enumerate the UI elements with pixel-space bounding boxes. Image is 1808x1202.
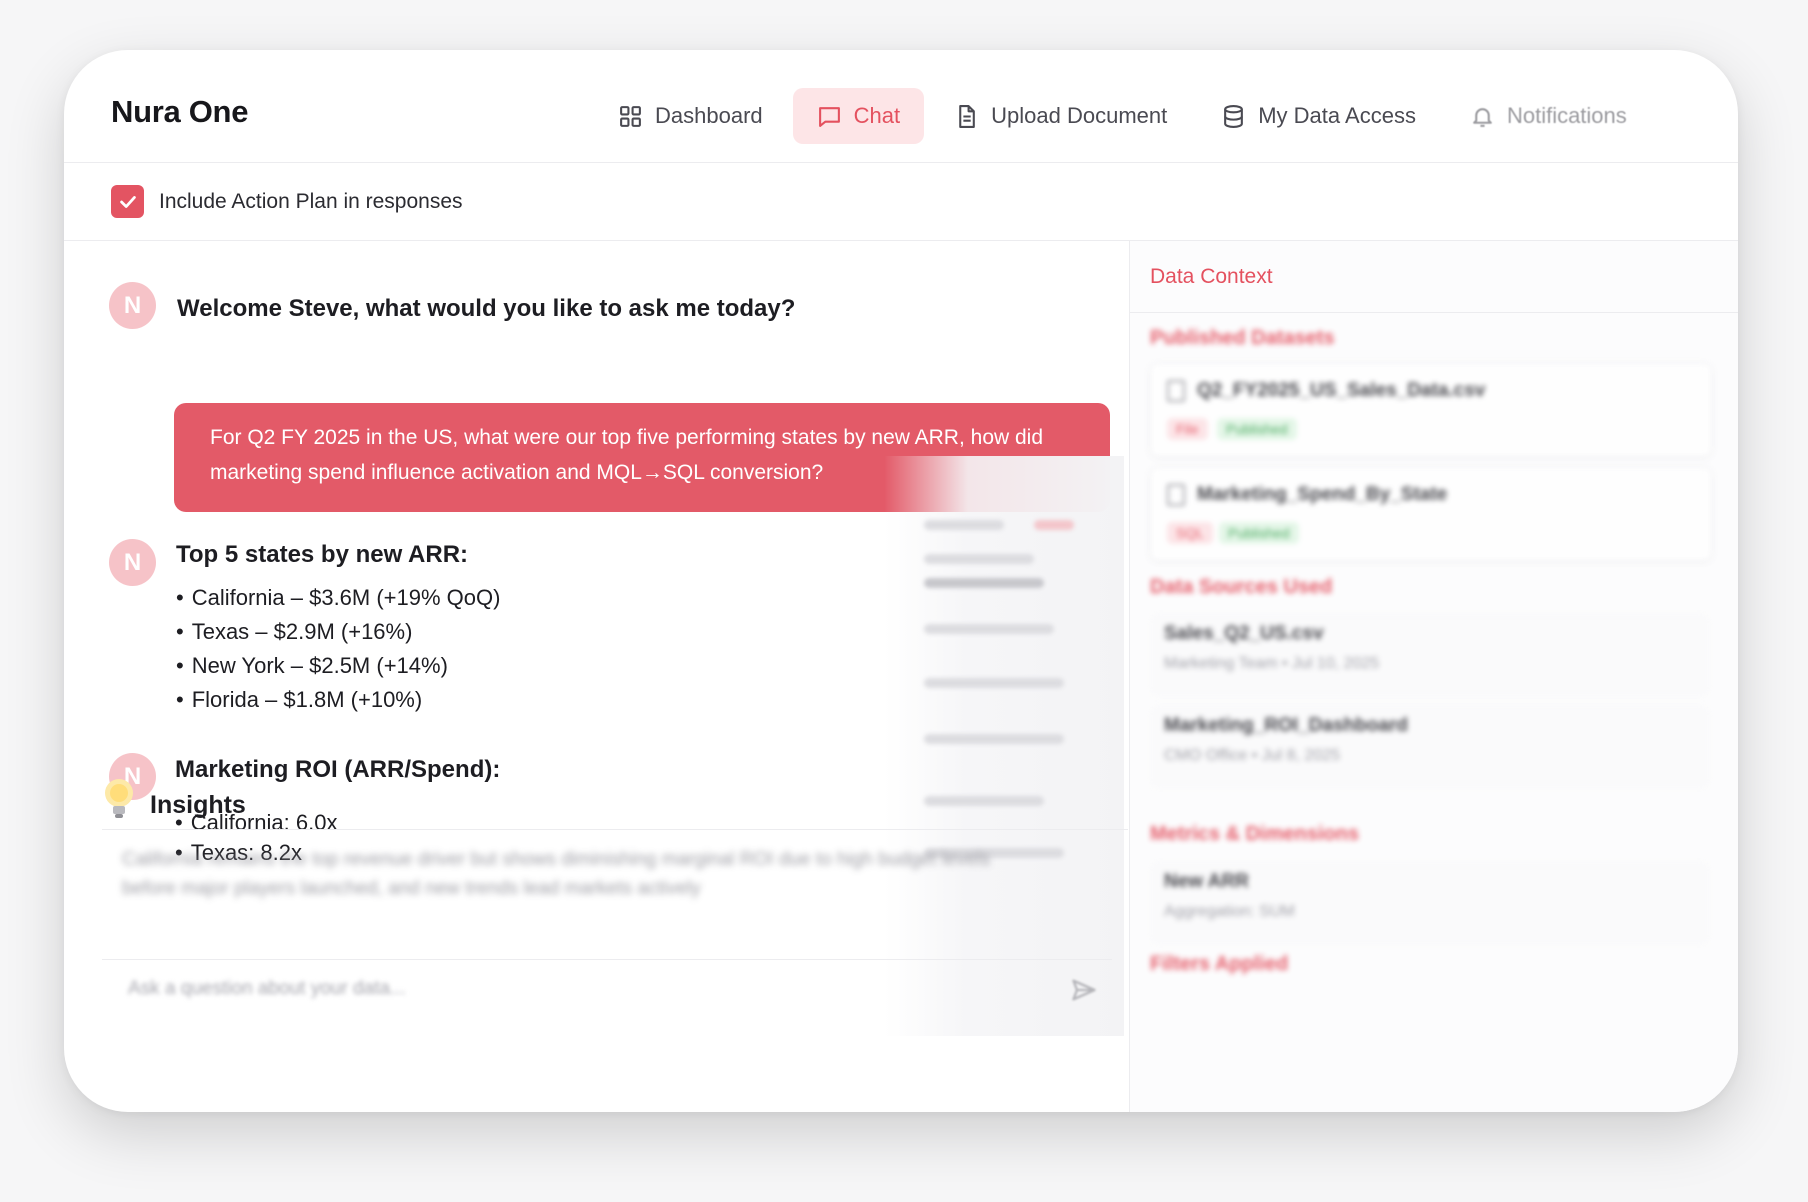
roi-title: Marketing ROI (ARR/Spend):: [175, 756, 501, 783]
source-meta: CMO Office • Jul 8, 2025: [1164, 747, 1341, 764]
source-meta: Marketing Team • Jul 10, 2025: [1164, 655, 1380, 672]
metric-item[interactable]: New ARR Aggregation: SUM: [1150, 861, 1710, 945]
metric-meta: Aggregation: SUM: [1164, 903, 1295, 920]
nav-data-access-label: My Data Access: [1258, 103, 1416, 128]
dataset-type-badge: SQL: [1167, 522, 1214, 544]
welcome-message: Welcome Steve, what would you like to as…: [177, 295, 796, 322]
source-name: Sales_Q2_US.csv: [1164, 623, 1324, 644]
data-sources-title: Data Sources Used: [1150, 576, 1333, 598]
data-context-body: Published Datasets Q2_FY2025_US_Sales_Da…: [1130, 313, 1738, 1112]
nav-chat-label: Chat: [853, 103, 901, 128]
ghost-panel: [884, 456, 1124, 1036]
top-states-list: California – $3.6M (+19% QoQ) Texas – $2…: [176, 581, 501, 717]
nav-dashboard[interactable]: Dashboard: [594, 88, 787, 144]
action-plan-checkbox[interactable]: [111, 185, 144, 218]
chat-panel: N Welcome Steve, what would you like to …: [64, 241, 1128, 1112]
nav-notifications-label: Notifications: [1506, 103, 1627, 128]
list-item: Texas – $2.9M (+16%): [176, 615, 500, 649]
app-title: Nura One: [111, 94, 249, 129]
top-states-title: Top 5 states by new ARR:: [176, 541, 469, 568]
dataset-name: Q2_FY2025_US_Sales_Data.csv: [1197, 380, 1486, 401]
insights-text: California remains the top revenue drive…: [122, 849, 991, 899]
document-icon: [959, 104, 975, 128]
list-item: Florida – $1.8M (+10%): [176, 683, 500, 717]
data-context-title: Data Context: [1150, 264, 1273, 288]
data-context-panel: Data Context Published Datasets Q2_FY202…: [1129, 241, 1738, 1112]
dataset-name: Marketing_Spend_By_State: [1197, 484, 1448, 505]
source-name: Marketing_ROI_Dashboard: [1164, 715, 1408, 736]
data-source-item[interactable]: Marketing_ROI_Dashboard CMO Office • Jul…: [1150, 705, 1710, 789]
database-icon: [1224, 104, 1244, 128]
nav-upload-label: Upload Document: [991, 103, 1168, 128]
dataset-status-badge: Published: [1217, 418, 1297, 440]
options-bar: Include Action Plan in responses: [64, 163, 1738, 241]
nav-chat[interactable]: Chat: [792, 88, 925, 144]
chat-input[interactable]: [126, 976, 1010, 1001]
data-source-item[interactable]: Sales_Q2_US.csv Marketing Team • Jul 10,…: [1150, 613, 1710, 697]
dataset-card[interactable]: Marketing_Spend_By_State SQL Published: [1150, 467, 1712, 561]
main-nav: Dashboard Chat Upload Document My Data A…: [594, 88, 1651, 144]
file-icon: [1167, 484, 1185, 506]
checkmark-icon: [119, 195, 136, 208]
metrics-title: Metrics & Dimensions: [1150, 823, 1359, 845]
chat-composer: [102, 959, 1112, 1017]
divider: [102, 829, 1128, 830]
send-icon[interactable]: [1070, 976, 1098, 1004]
published-datasets-title: Published Datasets: [1150, 327, 1335, 349]
dashboard-icon: [620, 105, 641, 127]
nav-notifications[interactable]: Notifications: [1446, 88, 1651, 144]
nav-my-data-access[interactable]: My Data Access: [1197, 88, 1440, 144]
action-plan-label[interactable]: Include Action Plan in responses: [159, 190, 463, 214]
list-item: New York – $2.5M (+14%): [176, 649, 500, 683]
file-icon: [1167, 380, 1185, 402]
data-context-header: Data Context: [1130, 241, 1738, 313]
dataset-status-badge: Published: [1219, 522, 1299, 544]
assistant-avatar: N: [109, 539, 156, 586]
nav-dashboard-label: Dashboard: [655, 103, 763, 128]
insights-title: Insights: [150, 791, 246, 819]
dataset-card[interactable]: Q2_FY2025_US_Sales_Data.csv File Publish…: [1150, 363, 1712, 457]
assistant-avatar: N: [109, 282, 156, 329]
list-item: California – $3.6M (+19% QoQ): [176, 581, 501, 615]
filters-title: Filters Applied: [1150, 953, 1289, 975]
metric-name: New ARR: [1164, 871, 1249, 892]
lightbulb-icon: [105, 779, 133, 818]
app-window: Nura One Dashboard Chat Upload Document …: [64, 50, 1738, 1112]
dataset-type-badge: File: [1167, 418, 1208, 440]
top-header: Nura One Dashboard Chat Upload Document …: [64, 50, 1738, 163]
bell-icon: [1473, 107, 1492, 127]
chat-icon: [818, 106, 840, 127]
nav-upload-document[interactable]: Upload Document: [930, 88, 1191, 144]
